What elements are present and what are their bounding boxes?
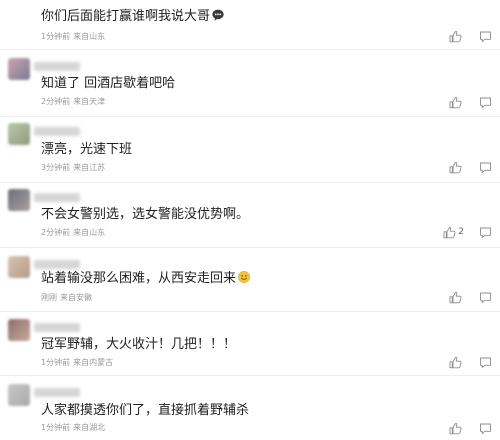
comment-time: 1分钟前 [41, 32, 71, 41]
username[interactable] [34, 62, 80, 71]
smiling-face-icon [238, 271, 250, 283]
comment-location: 来自山东 [73, 228, 106, 237]
comment-location: 来自内蒙古 [73, 358, 114, 367]
comment-item: 漂亮，光速下班 3分钟前 来自江苏 [0, 117, 500, 183]
comment-text: 你们后面能打赢谁啊我说大哥 [41, 9, 224, 25]
comment-time: 3分钟前 [41, 163, 71, 172]
comment-bubble-icon [480, 227, 491, 238]
thumbs-up-icon [449, 161, 462, 174]
comment-meta: 2分钟前 来自天津 [41, 97, 105, 107]
comment-bubble-icon [480, 292, 491, 303]
comment-actions [449, 355, 492, 369]
like-button[interactable] [449, 356, 464, 369]
comment-meta: 1分钟前 来自内蒙古 [41, 358, 113, 368]
reply-button[interactable] [479, 356, 492, 369]
comment-bubble-icon [480, 31, 491, 42]
like-button[interactable] [449, 422, 464, 435]
comment-time: 2分钟前 [41, 228, 71, 237]
comment-location: 来自山东 [73, 32, 106, 41]
comment-location: 来自江苏 [73, 163, 106, 172]
like-count: 2 [458, 227, 464, 237]
comment-location: 来自湖北 [73, 423, 106, 432]
thumbs-up-icon [449, 356, 462, 369]
like-button[interactable] [449, 30, 464, 43]
comment-location: 来自天津 [73, 97, 106, 106]
comment-meta: 1分钟前 来自山东 [41, 32, 105, 42]
avatar[interactable] [8, 58, 30, 80]
like-button[interactable] [449, 161, 464, 174]
comment-bubble-icon [480, 357, 491, 368]
comment-actions [449, 160, 492, 174]
username[interactable] [34, 323, 80, 332]
comment-bubble-icon [480, 423, 491, 434]
thumbs-up-icon [449, 422, 462, 435]
avatar[interactable] [8, 189, 30, 211]
like-button[interactable] [449, 291, 464, 304]
comment-item: 冠军野辅，大火收汁！几把！！！ 1分钟前 来自内蒙古 [0, 312, 500, 376]
avatar[interactable] [8, 256, 30, 278]
like-button[interactable] [449, 96, 464, 109]
comment-meta: 2分钟前 来自山东 [41, 228, 105, 238]
comment-time: 1分钟前 [41, 358, 71, 367]
comment-item: 站着输没那么困难，从西安走回来 刚刚 来自安徽 [0, 248, 500, 311]
comment-meta: 1分钟前 来自湖北 [41, 423, 105, 433]
comment-meta: 刚刚 来自安徽 [41, 293, 92, 303]
comment-actions [449, 29, 492, 43]
reply-button[interactable] [479, 30, 492, 43]
comment-bubble-icon [480, 97, 491, 108]
comment-actions: 2 [443, 225, 492, 239]
comment-item: 不会女警别选，选女警能没优势啊。 2分钟前 来自山东 2 [0, 183, 500, 248]
comment-text: 不会女警别选，选女警能没优势啊。 [41, 207, 250, 222]
comment-item: 人家都摸透你们了，直接抓着野辅杀 1分钟前 来自湖北 [0, 376, 500, 440]
comment-time: 1分钟前 [41, 423, 71, 432]
comment-text: 漂亮，光速下班 [41, 142, 133, 157]
comment-actions [449, 290, 492, 304]
comment-location: 来自安徽 [60, 293, 92, 302]
comment-time: 刚刚 [41, 293, 57, 302]
username[interactable] [34, 388, 80, 397]
comment-time: 2分钟前 [41, 97, 71, 106]
reply-button[interactable] [479, 161, 492, 174]
username[interactable] [34, 127, 80, 136]
speech-bubble-icon [212, 9, 224, 21]
comment-text: 知道了 回酒店歇着吧哈 [41, 76, 176, 91]
thumbs-up-icon [449, 96, 462, 109]
reply-button[interactable] [479, 96, 492, 109]
comment-actions [449, 421, 492, 435]
comment-text: 冠军野辅，大火收汁！几把！！！ [41, 337, 237, 352]
comment-item: 知道了 回酒店歇着吧哈 2分钟前 来自天津 [0, 50, 500, 116]
reply-button[interactable] [479, 422, 492, 435]
avatar[interactable] [8, 384, 30, 406]
avatar[interactable] [8, 123, 30, 145]
comment-item: 你们后面能打赢谁啊我说大哥 1分钟前 来自山东 [0, 0, 500, 50]
reply-button[interactable] [479, 226, 492, 239]
comment-text: 人家都摸透你们了，直接抓着野辅杀 [41, 403, 250, 418]
comment-feed: 你们后面能打赢谁啊我说大哥 1分钟前 来自山东 知道了 回酒店歇着吧哈 2分钟前来… [0, 0, 500, 440]
avatar[interactable] [8, 319, 30, 341]
username[interactable] [34, 193, 80, 202]
thumbs-up-icon [449, 30, 462, 43]
username[interactable] [34, 260, 80, 269]
thumbs-up-icon [449, 291, 462, 304]
comment-meta: 3分钟前 来自江苏 [41, 163, 105, 173]
comment-text: 站着输没那么困难，从西安走回来 [41, 271, 250, 287]
reply-button[interactable] [479, 291, 492, 304]
thumbs-up-icon [443, 226, 456, 239]
comment-bubble-icon [480, 162, 491, 173]
like-button[interactable]: 2 [443, 226, 464, 239]
comment-actions [449, 95, 492, 109]
